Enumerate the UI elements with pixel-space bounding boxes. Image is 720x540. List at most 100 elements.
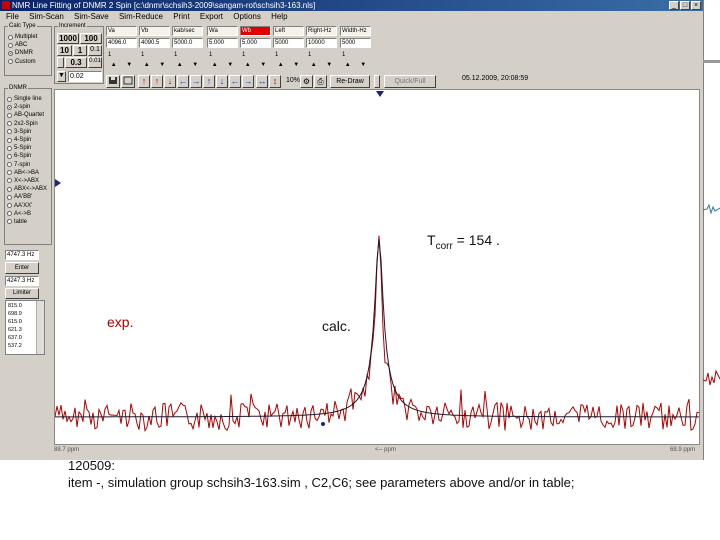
arrow-right-icon[interactable]: → — [190, 75, 202, 88]
dnmr-option-7[interactable]: 5-Spin — [7, 144, 47, 152]
redraw-button[interactable]: Re-Draw — [330, 75, 370, 88]
param-stepper[interactable]: ▲ ▼ — [139, 62, 170, 71]
menu-sim-save[interactable]: Sim-Save — [74, 12, 109, 21]
stepper-up-icon[interactable]: ▲ — [345, 62, 351, 71]
dnmr-option-15[interactable]: A<->B — [7, 210, 47, 218]
param-stepper[interactable]: ▲ ▼ — [273, 62, 304, 71]
menu-print[interactable]: Print — [173, 12, 189, 21]
baseline-marker-icon[interactable] — [321, 422, 325, 426]
param-value-field[interactable]: 5.000 — [240, 38, 271, 48]
radio-abc[interactable]: ABC — [8, 41, 37, 49]
arrow-up-icon[interactable]: ↑ — [138, 75, 150, 88]
param-value-field[interactable]: 10000 — [306, 38, 337, 48]
stepper-down-icon[interactable]: ▼ — [360, 62, 366, 71]
dnmr-option-6[interactable]: 4-Spin — [7, 136, 47, 144]
increment-0.01-button[interactable]: 0.01 — [88, 57, 102, 68]
gear-icon[interactable]: ⚙ — [300, 75, 313, 88]
left-marker-icon[interactable] — [55, 179, 61, 187]
minimize-button[interactable]: _ — [669, 1, 679, 10]
param-value-field[interactable]: 5000 — [340, 38, 371, 48]
stepper-down-icon[interactable]: ▼ — [227, 62, 233, 71]
param-value-field[interactable]: 5000 — [273, 38, 304, 48]
increment-0.3-button[interactable]: 0.3 — [65, 57, 87, 68]
menu-file[interactable]: File — [6, 12, 19, 21]
stepper-up-icon[interactable]: ▲ — [144, 62, 150, 71]
increment-down-button[interactable]: ▼ — [57, 71, 66, 82]
arrow-down-red-icon[interactable]: ↓ — [164, 75, 176, 88]
stepper-down-icon[interactable]: ▼ — [260, 62, 266, 71]
save-icon[interactable] — [106, 75, 120, 88]
param-stepper[interactable]: ▲ ▼ — [106, 62, 137, 71]
dnmr-option-8[interactable]: 6-Spin — [7, 152, 47, 160]
dnmr-option-12[interactable]: ABX<->ABX — [7, 185, 47, 193]
dnmr-option-14[interactable]: AA'XX' — [7, 201, 47, 209]
menu-sim-scan[interactable]: Sim-Scan — [29, 12, 64, 21]
param-stepper[interactable]: ▲ ▼ — [306, 62, 337, 71]
menu-help[interactable]: Help — [271, 12, 287, 21]
increment-100-button[interactable]: 100 — [80, 33, 102, 44]
increment-extra-button[interactable] — [57, 57, 64, 68]
list-scrollbar[interactable] — [36, 301, 44, 354]
top-marker-icon[interactable] — [376, 91, 384, 97]
param-stepper[interactable]: ▲ ▼ — [207, 62, 238, 71]
stepper-down-icon[interactable]: ▼ — [126, 62, 132, 71]
freq-field-1[interactable]: 4747.3 Hz — [5, 250, 39, 260]
title-bar[interactable]: NMR Line Fitting of DNMR 2 Spin [c:\dnmr… — [0, 0, 703, 11]
limiter-button[interactable]: Limiter — [5, 288, 39, 299]
value-list[interactable]: 815.0 698.9 615.0 621.3 637.0 537.2 — [5, 300, 45, 355]
dnmr-option-4[interactable]: 2x2-Spin — [7, 120, 47, 128]
dnmr-option-10[interactable]: AB<->BA — [7, 169, 47, 177]
stepper-down-icon[interactable]: ▼ — [192, 62, 198, 71]
stepper-up-icon[interactable]: ▲ — [311, 62, 317, 71]
stepper-down-icon[interactable]: ▼ — [293, 62, 299, 71]
param-stepper[interactable]: ▲ ▼ — [340, 62, 371, 71]
arrow-up-red-icon[interactable]: ↑ — [151, 75, 163, 88]
dnmr-option-16[interactable]: table — [7, 218, 47, 226]
param-value-field[interactable]: 4096.0 — [106, 38, 137, 48]
arrow-contract-icon[interactable]: ↕ — [269, 75, 281, 88]
param-stepper[interactable]: ▲ ▼ — [240, 62, 271, 71]
increment-1-button[interactable]: 1 — [73, 45, 87, 56]
increment-10-button[interactable]: 10 — [57, 45, 72, 56]
radio-custom[interactable]: Custom — [8, 58, 37, 66]
enter-button[interactable]: Enter — [5, 262, 39, 274]
dnmr-option-3[interactable]: AB-Quartet — [7, 111, 47, 119]
arrow-expand-icon[interactable]: ↔ — [256, 75, 268, 88]
arrow-right-blue-icon[interactable]: → — [242, 75, 254, 88]
dnmr-option-2[interactable]: 2-spin — [7, 103, 47, 111]
stepper-down-icon[interactable]: ▼ — [159, 62, 165, 71]
dnmr-option-13[interactable]: AA'BB' — [7, 193, 47, 201]
increment-value-field[interactable]: 0.02 — [68, 71, 102, 82]
stepper-up-icon[interactable]: ▲ — [111, 62, 117, 71]
arrow-down-blue-icon[interactable]: ↓ — [216, 75, 228, 88]
stepper-down-icon[interactable]: ▼ — [326, 62, 332, 71]
increment-0.1-button[interactable]: 0.1 — [88, 45, 102, 56]
menu-sim-reduce[interactable]: Sim-Reduce — [119, 12, 163, 21]
arrow-up-blue-icon[interactable]: ↑ — [203, 75, 215, 88]
menu-export[interactable]: Export — [200, 12, 223, 21]
param-stepper[interactable]: ▲ ▼ — [172, 62, 203, 71]
freq-field-2[interactable]: 4247.3 Hz — [5, 276, 39, 286]
print-icon[interactable]: ⎙ — [314, 75, 327, 88]
radio-multiplet[interactable]: Multiplet — [8, 33, 37, 41]
small-toggle[interactable] — [374, 75, 380, 88]
param-value-field[interactable]: 4090.5 — [139, 38, 170, 48]
stepper-up-icon[interactable]: ▲ — [278, 62, 284, 71]
rescale-icon[interactable] — [121, 75, 135, 88]
close-button[interactable]: × — [691, 1, 701, 10]
increment-1000-button[interactable]: 1000 — [57, 33, 79, 44]
arrow-left-icon[interactable]: ← — [177, 75, 189, 88]
param-value-field[interactable]: 5000.0 — [172, 38, 203, 48]
radio-dnmr[interactable]: DNMR — [8, 49, 37, 57]
dnmr-option-9[interactable]: 7-spin — [7, 161, 47, 169]
param-value-field[interactable]: 5.000 — [207, 38, 238, 48]
dnmr-option-1[interactable]: Single line — [7, 95, 47, 103]
dnmr-option-11[interactable]: X<->ABX — [7, 177, 47, 185]
menu-options[interactable]: Options — [233, 12, 261, 21]
quickfull-button[interactable]: Quick/Full — [384, 75, 436, 88]
arrow-left-blue-icon[interactable]: ← — [229, 75, 241, 88]
stepper-up-icon[interactable]: ▲ — [212, 62, 218, 71]
dnmr-option-5[interactable]: 3-Spin — [7, 128, 47, 136]
maximize-button[interactable]: □ — [680, 1, 690, 10]
stepper-up-icon[interactable]: ▲ — [245, 62, 251, 71]
